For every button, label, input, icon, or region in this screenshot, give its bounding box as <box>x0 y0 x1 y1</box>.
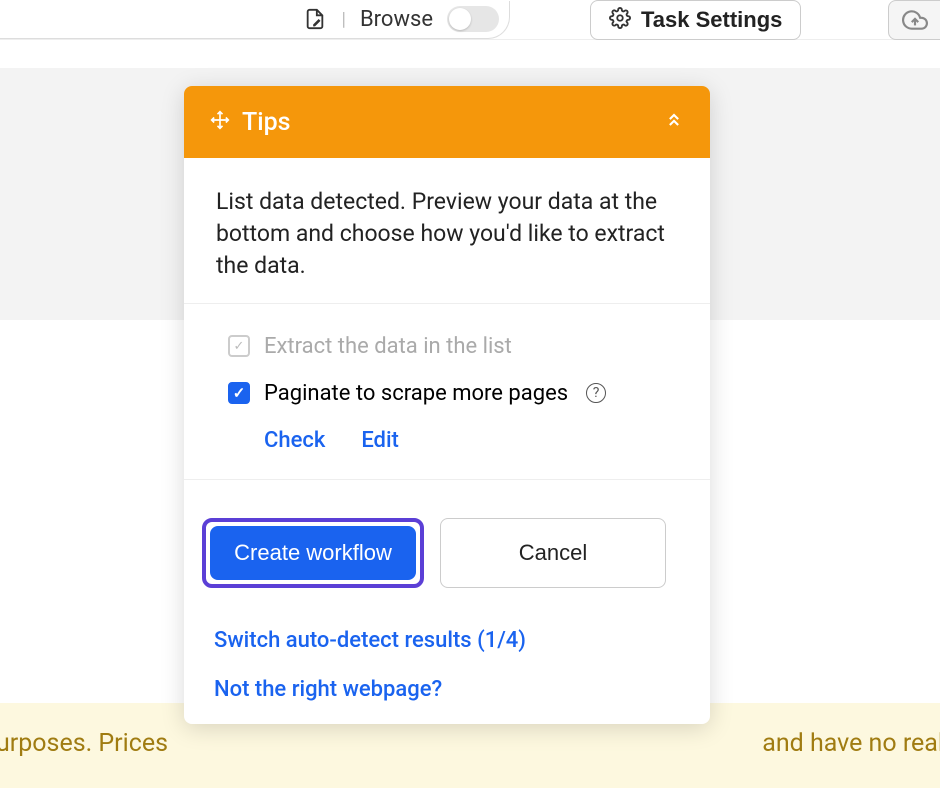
options-block: ✓ Extract the data in the list ✓ Paginat… <box>184 304 710 480</box>
disclaimer-right-text: and have no real <box>762 729 940 758</box>
option-paginate-row[interactable]: ✓ Paginate to scrape more pages ? <box>216 381 678 406</box>
task-settings-label: Task Settings <box>641 7 782 33</box>
not-right-webpage-link[interactable]: Not the right webpage? <box>214 677 680 702</box>
check-link[interactable]: Check <box>264 428 325 453</box>
option-extract-row: ✓ Extract the data in the list <box>216 334 678 359</box>
edit-link[interactable]: Edit <box>361 428 399 453</box>
switch-results-link[interactable]: Switch auto-detect results (1/4) <box>214 628 680 653</box>
checkbox-extract: ✓ <box>228 335 250 357</box>
collapse-icon[interactable] <box>664 108 684 137</box>
checkbox-paginate[interactable]: ✓ <box>228 382 250 404</box>
move-icon <box>210 108 230 137</box>
tips-header[interactable]: Tips <box>184 86 710 158</box>
cloud-upload-button[interactable] <box>888 0 940 40</box>
paginate-link-row: Check Edit <box>216 428 678 453</box>
task-settings-button[interactable]: Task Settings <box>590 0 801 40</box>
option-paginate-label: Paginate to scrape more pages <box>264 381 568 406</box>
actions-block: Create workflow Cancel Switch auto-detec… <box>184 480 710 724</box>
gear-icon <box>609 7 631 32</box>
option-extract-label: Extract the data in the list <box>264 334 512 359</box>
disclaimer-left-text: urposes. Prices <box>0 729 168 758</box>
help-icon[interactable]: ? <box>586 383 606 403</box>
browse-mode-label: Browse <box>360 7 433 32</box>
toggle-knob <box>449 8 471 30</box>
url-bar-region: | Browse <box>0 1 510 39</box>
tips-panel: Tips List data detected. Preview your da… <box>184 86 710 724</box>
cancel-button[interactable]: Cancel <box>440 518 666 588</box>
document-edit-icon[interactable] <box>302 6 328 32</box>
create-workflow-highlight: Create workflow <box>202 518 424 588</box>
browse-toggle[interactable] <box>447 6 499 32</box>
tips-title: Tips <box>242 108 291 137</box>
separator: | <box>342 9 346 30</box>
tips-body-text: List data detected. Preview your data at… <box>184 158 710 304</box>
top-toolbar: | Browse Task Settings <box>0 0 940 40</box>
create-workflow-button[interactable]: Create workflow <box>210 526 416 580</box>
